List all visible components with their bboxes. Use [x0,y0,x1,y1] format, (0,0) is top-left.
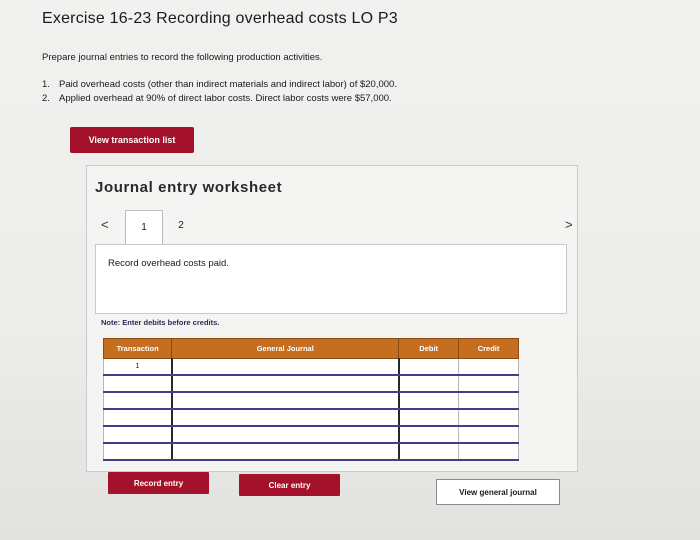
next-entry-chevron-icon[interactable]: > [565,217,573,232]
journal-entry-worksheet: Journal entry worksheet < 1 2 > Record o… [86,165,578,472]
credit-input[interactable] [458,391,519,410]
transaction-cell [102,425,173,444]
table-row [102,425,519,444]
credit-input[interactable] [458,442,519,461]
view-transaction-list-button[interactable]: View transaction list [70,127,194,153]
transaction-cell [102,442,173,461]
instruction-number: 2. [42,93,50,104]
debits-note: Note: Enter debits before credits. [101,318,220,327]
page-title: Exercise 16-23 Recording overhead costs … [42,10,398,27]
clear-entry-button[interactable]: Clear entry [239,474,340,496]
instruction-item: 1. Paid overhead costs (other than indire… [42,78,397,92]
table-row [102,391,519,410]
instruction-number: 1. [42,79,50,90]
credit-input[interactable] [458,408,519,427]
debit-input[interactable] [398,391,460,410]
general-journal-table: Transaction General Journal Debit Credit… [102,338,519,461]
account-select[interactable] [170,425,400,444]
debit-input[interactable] [398,442,460,461]
transaction-cell [102,408,173,427]
entry-description-box: Record overhead costs paid. [95,244,567,314]
account-select[interactable] [170,391,400,410]
credit-input[interactable] [458,425,519,444]
instruction-text: Applied overhead at 90% of direct labor … [59,93,392,104]
table-row: 1 [102,358,519,376]
table-row [102,408,519,427]
instruction-text: Paid overhead costs (other than indirect… [59,79,397,90]
debit-input[interactable] [398,425,460,444]
worksheet-title: Journal entry worksheet [95,179,283,196]
account-select[interactable] [170,408,400,427]
debit-input[interactable] [398,408,460,427]
debit-input[interactable] [398,358,460,376]
transaction-cell [102,391,173,410]
tab-entry-2[interactable]: 2 [163,210,199,240]
debit-input[interactable] [398,374,460,393]
instruction-item: 2. Applied overhead at 90% of direct labo… [42,92,397,106]
view-general-journal-button[interactable]: View general journal [436,479,560,505]
credit-input[interactable] [458,358,519,376]
column-header-transaction: Transaction [102,338,173,359]
account-select[interactable] [170,358,400,376]
record-entry-button[interactable]: Record entry [108,472,209,494]
entry-description: Record overhead costs paid. [108,258,229,269]
transaction-cell: 1 [102,358,173,376]
tab-entry-1[interactable]: 1 [125,210,163,244]
column-header-credit: Credit [458,338,519,359]
column-header-general-journal: General Journal [171,338,400,359]
table-row [102,442,519,461]
instructions-list: 1. Paid overhead costs (other than indire… [42,78,397,106]
account-select[interactable] [170,374,400,393]
prev-entry-chevron-icon[interactable]: < [101,217,109,232]
credit-input[interactable] [458,374,519,393]
column-header-debit: Debit [398,338,460,359]
account-select[interactable] [170,442,400,461]
table-header-row: Transaction General Journal Debit Credit [102,338,519,359]
table-row [102,374,519,393]
instructions-intro: Prepare journal entries to record the fo… [42,52,323,63]
transaction-cell [102,374,173,393]
